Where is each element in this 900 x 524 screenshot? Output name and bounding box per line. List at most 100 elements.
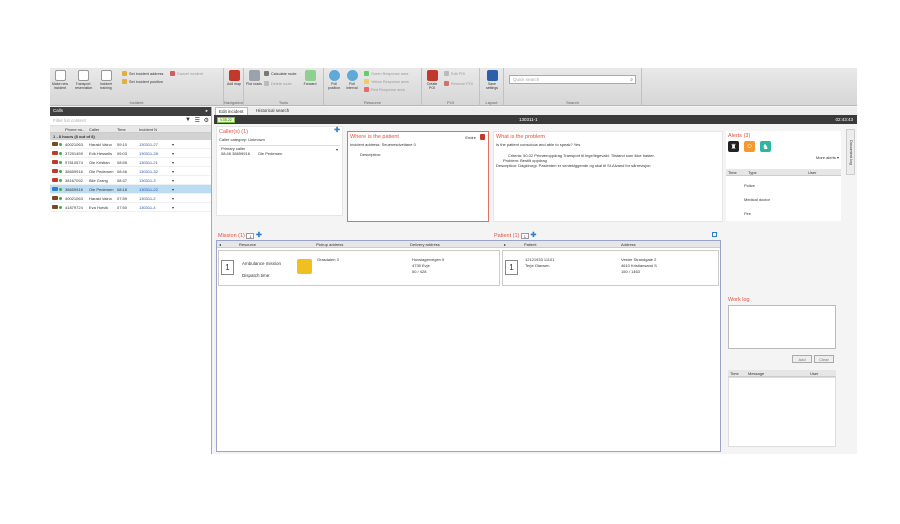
incident-training-button[interactable]: Incident training bbox=[98, 70, 114, 90]
chevron-down-icon[interactable]: ▾ bbox=[172, 205, 178, 210]
patient-count-stepper[interactable]: 1 bbox=[520, 232, 529, 239]
column-header[interactable]: Pickup address bbox=[316, 242, 343, 247]
call-group-header[interactable]: 1 - 8 hours (8 out of 8) bbox=[50, 133, 211, 140]
call-incident-link[interactable]: 130311-32 bbox=[139, 169, 172, 174]
call-list-row[interactable]: 41879724 Eva Hotvik 07:50 130311-4 ▾ bbox=[50, 203, 211, 212]
more-alerts-dropdown[interactable]: More alerts ▾ bbox=[726, 153, 841, 162]
collapse-panel-icon[interactable]: ▸ bbox=[206, 108, 208, 114]
transport-reservation-button[interactable]: Transport reservation bbox=[75, 70, 92, 90]
remove-poi-icon bbox=[444, 81, 449, 86]
alert-item-fire[interactable]: Fire bbox=[744, 207, 770, 221]
call-incident-link[interactable]: 130311-21 bbox=[139, 160, 172, 165]
mission-row[interactable]: 1 Ambulance mission Dispatch time: Grasd… bbox=[218, 250, 500, 286]
column-header[interactable]: Message bbox=[748, 371, 764, 376]
call-list-row[interactable]: 97810574 Ole Kristian 08:55 130311-21 ▾ bbox=[50, 158, 211, 167]
expand-icon[interactable]: ▸ bbox=[504, 242, 506, 247]
column-header[interactable]: Patient bbox=[524, 242, 536, 247]
remove-poi-button[interactable]: Remove POI bbox=[444, 81, 473, 86]
patient-row[interactable]: 1 12121933 11101 Terje Olavsen Vestre St… bbox=[502, 250, 719, 286]
column-header[interactable]: Address bbox=[621, 242, 636, 247]
column-header[interactable]: Resource bbox=[239, 242, 256, 247]
copy-icon[interactable] bbox=[712, 232, 717, 237]
column-header[interactable]: Delivery address bbox=[410, 242, 440, 247]
document-log-side-tab[interactable]: Document log bbox=[846, 129, 855, 175]
doctor-alert-icon[interactable]: ☺ bbox=[744, 141, 755, 152]
alert-item-police[interactable]: Police bbox=[744, 179, 770, 193]
call-incident-link[interactable]: 130311-28 bbox=[139, 151, 172, 156]
set-incident-address-button[interactable]: Set incident address bbox=[122, 71, 163, 76]
funnel-filter-icon[interactable]: ▼ bbox=[185, 117, 191, 123]
column-header[interactable]: Time bbox=[728, 170, 737, 175]
chevron-down-icon[interactable]: ▾ bbox=[172, 187, 178, 192]
edit-location-link[interactable]: Endre bbox=[465, 135, 476, 140]
call-incident-link[interactable]: 130311-3 bbox=[139, 178, 172, 183]
red-response-area-button[interactable]: Red Response area bbox=[364, 87, 405, 92]
make-new-incident-button[interactable]: Make new incident bbox=[52, 70, 68, 90]
poll-interval-button[interactable]: Poll interval bbox=[344, 70, 360, 90]
green-response-area-button[interactable]: Green Response area bbox=[364, 71, 408, 76]
call-incident-link[interactable]: 130311-4 bbox=[139, 205, 172, 210]
tab-edit-incident[interactable]: Edit incident bbox=[215, 107, 248, 115]
chevron-down-icon[interactable]: ▾ bbox=[172, 151, 178, 156]
tab-bar: Edit incident Historical search bbox=[214, 107, 857, 115]
delete-route-button[interactable]: Delete route bbox=[264, 81, 292, 86]
primary-caller-row[interactable]: Primary caller 08:46 38659916 Ole Peders… bbox=[219, 145, 340, 156]
alert-item-medical-doctor[interactable]: Medical doctor bbox=[744, 193, 770, 207]
call-list-row[interactable]: 38659916 Ole Pedersen 08:46 130311-32 ▾ bbox=[50, 167, 211, 176]
list-view-icon[interactable]: ☰ bbox=[195, 117, 200, 124]
add-worklog-button[interactable]: Add bbox=[792, 355, 812, 363]
filter-list-input[interactable]: Filter list content ▼ ☰ ⚙ bbox=[50, 116, 211, 126]
expand-icon[interactable]: ◂ bbox=[219, 242, 221, 247]
add-map-button[interactable]: Add map bbox=[226, 70, 242, 86]
set-incident-position-button[interactable]: Set incident position bbox=[122, 79, 163, 84]
column-header[interactable]: Incident N bbox=[139, 127, 172, 132]
cancel-incident-button[interactable]: Cancel incident bbox=[170, 71, 203, 76]
quick-search-input[interactable]: Quick search ⌕ bbox=[509, 75, 636, 84]
add-mission-button[interactable]: ✚ bbox=[256, 232, 262, 239]
forward-button[interactable]: Forward bbox=[302, 70, 318, 86]
calculate-route-button[interactable]: Calculate route bbox=[264, 71, 297, 76]
mission-count-stepper[interactable]: 1 bbox=[246, 232, 255, 239]
add-patient-button[interactable]: ✚ bbox=[530, 232, 536, 239]
call-list-row[interactable]: 40021063 Harald Vaino 09:10 130311-27 ▾ bbox=[50, 140, 211, 149]
plot-roads-button[interactable]: Plot roads bbox=[246, 70, 262, 86]
column-header[interactable]: Type bbox=[748, 170, 757, 175]
column-header[interactable]: Time bbox=[117, 127, 139, 132]
worklog-textarea[interactable] bbox=[728, 305, 836, 349]
plot-roads-icon bbox=[248, 70, 260, 81]
clear-worklog-button[interactable]: Clear bbox=[814, 355, 834, 363]
tab-historical-search[interactable]: Historical search bbox=[253, 107, 292, 115]
edit-poi-button[interactable]: Edit POI bbox=[444, 71, 465, 76]
police-alert-icon[interactable]: ♜ bbox=[728, 141, 739, 152]
chevron-down-icon[interactable]: ▾ bbox=[172, 142, 178, 147]
chevron-down-icon[interactable]: ▾ bbox=[172, 169, 178, 174]
call-incident-link[interactable]: 130311-27 bbox=[139, 142, 172, 147]
column-header[interactable]: User bbox=[810, 371, 818, 376]
column-header[interactable]: User bbox=[808, 170, 816, 175]
chevron-down-icon[interactable]: ▾ bbox=[172, 196, 178, 201]
create-poi-button[interactable]: Create POI bbox=[424, 70, 440, 90]
call-list-row[interactable]: 37291459 Erik Hessells 09:03 130311-28 ▾ bbox=[50, 149, 211, 158]
call-phone: 38167092 bbox=[65, 177, 83, 183]
poll-position-button[interactable]: Poll position bbox=[326, 70, 342, 90]
status-dot-icon bbox=[59, 160, 62, 164]
call-caller: Ole Pedersen bbox=[89, 168, 114, 174]
lock-icon[interactable] bbox=[480, 134, 485, 140]
add-caller-button[interactable]: ✚ bbox=[334, 126, 340, 134]
gear-icon[interactable]: ⚙ bbox=[204, 117, 209, 124]
chevron-down-icon[interactable]: ▾ bbox=[336, 147, 338, 152]
yellow-response-area-button[interactable]: Yellow Response area bbox=[364, 79, 409, 84]
fire-alert-icon[interactable]: ♞ bbox=[760, 141, 771, 152]
call-list-row[interactable]: 38167092 Bile Grang 08:37 130311-3 ▾ bbox=[50, 176, 211, 185]
column-header[interactable]: Time bbox=[730, 371, 739, 376]
status-dot-icon bbox=[59, 169, 62, 173]
column-header[interactable]: Caller bbox=[89, 127, 117, 132]
call-list-row[interactable]: 38659916 Ole Pedersen 08:18 130311-22 ▾ bbox=[50, 185, 211, 194]
chevron-down-icon[interactable]: ▾ bbox=[172, 160, 178, 165]
call-incident-link[interactable]: 130311-22 bbox=[139, 187, 172, 192]
call-list-row[interactable]: 40021063 Harald Vaino 07:59 130311-2 ▾ bbox=[50, 194, 211, 203]
save-settings-button[interactable]: Save settings bbox=[484, 70, 500, 90]
chevron-down-icon[interactable]: ▾ bbox=[172, 178, 178, 183]
call-incident-link[interactable]: 130311-2 bbox=[139, 196, 172, 201]
column-header[interactable]: Phone nu... bbox=[65, 127, 89, 132]
